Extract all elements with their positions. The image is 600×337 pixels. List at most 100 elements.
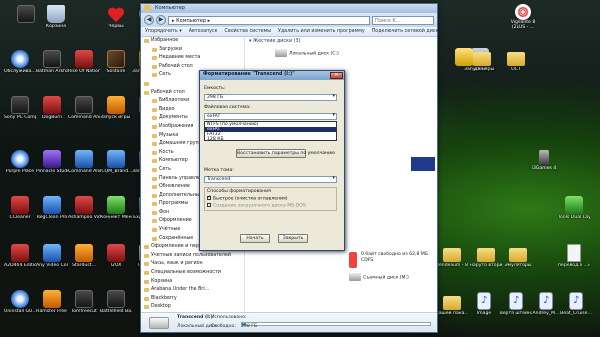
desktop-icon-label: DogBurn (41, 115, 63, 120)
desktop-icon[interactable]: Stardust... (68, 244, 100, 269)
snow-icon (11, 50, 29, 68)
quick-format-option[interactable]: Быстрое (очистка оглавления) (207, 194, 288, 202)
search-input[interactable]: Поиск К... (372, 15, 434, 25)
drive-removable[interactable]: Съемный диск (M:) (349, 273, 409, 281)
desktop-icon-label: Ashampoo Video C... (68, 215, 100, 220)
toolbar-item[interactable]: Упорядочить ▾ (145, 29, 182, 34)
desktop-icon[interactable]: перевод.li ...ien pak catalog... (558, 244, 590, 269)
nav-item[interactable]: Корзина (141, 278, 244, 287)
desktop-icon[interactable]: I2OX (100, 244, 132, 269)
desktop-icon[interactable]: A2D464 Edition (4, 244, 36, 269)
desktop-icon-label: Solitaire (106, 69, 126, 74)
desktop-icon[interactable]: Image (468, 292, 500, 317)
drive-removable-label: Съемный диск (M:) (363, 275, 409, 281)
desktop-icon[interactable]: Command And Conquer 3... (68, 96, 100, 121)
desktop-icon[interactable]: Обслужива... одним щел... (4, 50, 36, 75)
desktop-icon[interactable]: Batman Arkham Cit... (36, 50, 68, 75)
desktop-icon[interactable]: Beat_Cruise... (560, 292, 592, 317)
dark-icon (75, 290, 93, 308)
desktop-icon[interactable]: Tools Dual Layer Imag... (558, 196, 590, 221)
desktop-icon[interactable]: Command And Conquer 3... (68, 150, 100, 175)
desktop-icon[interactable]: вашей пака... (436, 292, 468, 317)
desktop-icon[interactable]: Rendelium - 8A... (436, 244, 468, 269)
desktop-icon[interactable] (10, 5, 42, 24)
capacity-select[interactable]: 298 ГБ (204, 94, 337, 101)
computer-icon (144, 5, 151, 11)
boot-disk-checkbox (207, 203, 211, 207)
toolbar-item[interactable]: Свойства системы (225, 29, 272, 34)
desktop-icon[interactable]: для пс (466, 48, 498, 73)
desktop-icon-label: Tools Dual Layer Imag... (558, 215, 590, 220)
desktop-icon[interactable]: Червы (100, 5, 132, 30)
address-box[interactable]: ▸ Компьютер ▸ (168, 15, 370, 25)
desktop-icon[interactable]: ОСТ (500, 48, 532, 73)
forward-button[interactable]: ▶ (156, 15, 166, 25)
nav-item[interactable]: Учетные записи пользователей (141, 252, 244, 261)
filesystem-select[interactable]: exFAT (204, 113, 337, 120)
orange-icon (43, 290, 61, 308)
desktop-icon[interactable]: наруто вторичное (470, 244, 502, 269)
purple-icon (43, 150, 61, 168)
desktop-icon[interactable]: Ashampoo Video C... (68, 196, 100, 221)
desktop-icon-phone[interactable]: i3Games 4 (527, 150, 561, 171)
format-methods-group: Способы форматирования Быстрое (очистка … (204, 187, 337, 211)
desktop-icon[interactable]: Andrey_M... (530, 292, 562, 317)
nav-item[interactable]: Desktop (141, 303, 244, 312)
filesystem-option[interactable]: 128 КБ (205, 137, 336, 142)
toolbar-item[interactable]: Удалить или изменить программу (278, 29, 365, 34)
desktop-icon[interactable]: Solitaire (100, 50, 132, 75)
nav-item[interactable]: Специальные возможности (141, 269, 244, 278)
desktop-icon[interactable]: Rise Of Nations - R... (68, 50, 100, 75)
nav-item[interactable]: Часы, язык и регион (141, 260, 244, 269)
desktop-icon-label: Any Video Converter (36, 263, 68, 268)
volume-label-input[interactable]: Transcend (204, 176, 337, 183)
nav-item[interactable]: Blackberry (141, 295, 244, 304)
desktop-icon[interactable]: Запуск игры DiRT 3 (100, 96, 132, 121)
file-icon (567, 244, 581, 262)
desktop-icon[interactable]: DogBurn (36, 96, 68, 121)
volume-label-label: Метка тома: (204, 168, 234, 173)
desktop-icon[interactable]: Battlefield Ba... Test.Test (100, 290, 132, 315)
quick-format-checkbox[interactable] (207, 194, 211, 200)
address-bar-row: ◀ ▶ ▸ Компьютер ▸ Поиск К... (141, 13, 437, 27)
restore-defaults-button[interactable]: Восстановить параметры по умолчанию (236, 149, 335, 158)
desktop-icon[interactable]: Корзина (40, 5, 72, 30)
dvd-drive-icon (349, 252, 357, 268)
toolbar-item[interactable]: Автозапуск (189, 29, 218, 34)
format-dialog-titlebar[interactable]: Форматирование "Transcend (I:)" ✕ (200, 71, 344, 80)
start-button[interactable]: Начать (240, 234, 270, 243)
desktop-icon[interactable]: Any Video Converter (36, 244, 68, 269)
orange-icon (75, 244, 93, 262)
desktop-icon[interactable]: вертя штейна (500, 292, 532, 317)
desktop-icon[interactable]: CCleaner (4, 196, 36, 221)
back-button[interactable]: ◀ (144, 15, 154, 25)
toolbar-item[interactable]: Открыть панель упр... (445, 29, 502, 34)
nav-item[interactable]: Загрузки (141, 46, 244, 55)
desktop-icon[interactable]: Эмуляторы (502, 244, 534, 269)
desktop-icon[interactable]: Sony PC Companion... (4, 96, 36, 121)
desktop-icon[interactable]: Tomfreecut (68, 290, 100, 315)
drive-c[interactable]: Локальный диск (C:) (275, 49, 339, 57)
desktop-icon[interactable]: RegClean Pro (36, 196, 68, 221)
red-icon (75, 50, 93, 68)
folder-icon (509, 248, 527, 262)
close-icon[interactable]: ✕ (330, 72, 343, 79)
desktop-icon-label: Hamster Free Archiver (36, 309, 68, 314)
nav-item[interactable]: Arabana Under the Bri... (141, 286, 244, 295)
explorer-titlebar[interactable]: Компьютер (141, 4, 437, 13)
desktop-icon[interactable]: Purple Place (4, 150, 36, 175)
close-button[interactable]: Закрыть (278, 234, 308, 243)
desktop-icon[interactable]: Коннект Менеджер (100, 196, 132, 221)
desktop-icon[interactable]: Uninstall GU... (4, 290, 36, 315)
desktop-icon-vigilante[interactable]: Vigilante 8 (2LUS - ... (494, 4, 552, 30)
desktop-icon[interactable]: Hamster Free Archiver (36, 290, 68, 315)
toolbar-item[interactable]: Подключить сетевой диск (372, 29, 439, 34)
nav-item[interactable]: Недавние места (141, 54, 244, 63)
filesystem-dropdown-list: NTFS (по умолчанию) exFAT FAT32 128 КБ (204, 121, 337, 142)
explorer-title: Компьютер (155, 5, 185, 11)
desktop-icon[interactable]: Pinnacle Studio 11... (36, 150, 68, 175)
nav-item[interactable]: Избранное (141, 37, 244, 46)
desktop-icon[interactable]: ICQM_Brand... (100, 150, 132, 175)
folder-icon (477, 248, 495, 262)
desktop-icon-label: Command And Conquer 3... (68, 169, 100, 174)
